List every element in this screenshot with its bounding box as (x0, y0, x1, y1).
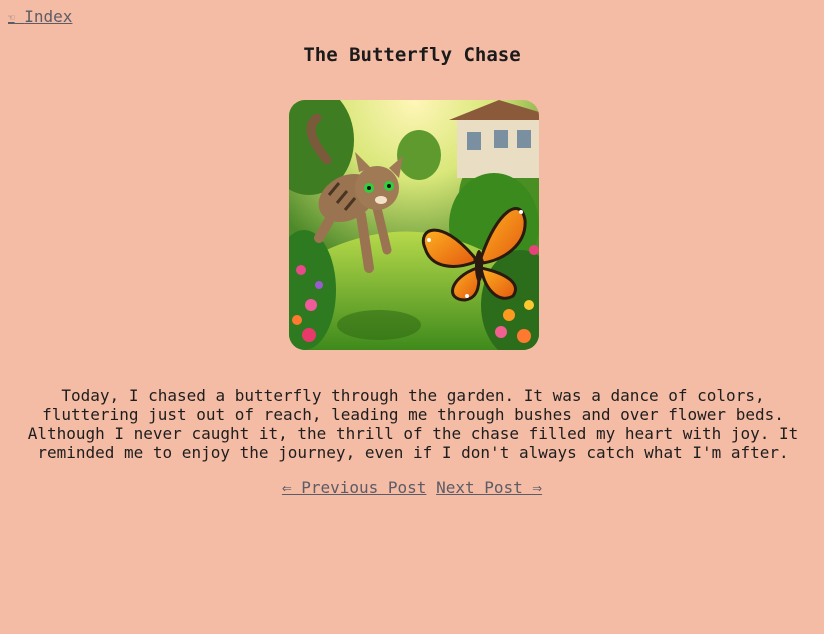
index-link-label: Index (24, 7, 73, 26)
previous-post-link[interactable]: ⇐ Previous Post (282, 478, 427, 497)
next-post-link[interactable]: Next Post ⇒ (436, 478, 542, 497)
post-image (289, 100, 539, 350)
post-body: Today, I chased a butterfly through the … (27, 386, 799, 462)
pointing-hand-icon: ☜ (8, 11, 15, 24)
index-link[interactable]: ☜ Index (8, 7, 72, 27)
post-title: The Butterfly Chase (303, 44, 521, 66)
post-pagination: ⇐ Previous Post Next Post ⇒ (0, 478, 824, 497)
